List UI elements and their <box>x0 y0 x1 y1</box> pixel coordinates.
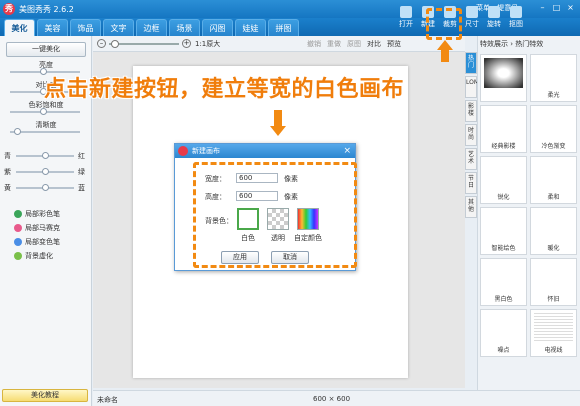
rotate-button[interactable]: 旋转 <box>484 6 504 34</box>
effect-category-tabs: 热门 LOMO 影楼 时尚 艺术 节日 其他 <box>465 52 484 292</box>
tab-fashion[interactable]: 时尚 <box>465 124 477 146</box>
effect-soft-light[interactable]: 柔光 <box>530 54 577 102</box>
resize-button[interactable]: 尺寸 <box>462 6 482 34</box>
effect-soft[interactable]: 柔和 <box>530 156 577 204</box>
edit-buttons: 撤销 重做 原图 对比 预览 <box>307 39 401 49</box>
tab-text[interactable]: 文字 <box>103 19 134 36</box>
effect-black-white[interactable]: 黑白色 <box>480 258 527 306</box>
redo-button[interactable]: 重做 <box>327 39 341 49</box>
tab-art[interactable]: 艺术 <box>465 148 477 170</box>
tab-accessories[interactable]: 饰品 <box>70 19 101 36</box>
tab-lomo[interactable]: LOMO <box>465 76 484 98</box>
cutout-icon <box>510 6 522 18</box>
effects-panel: 特效展示 › 热门特效 柔光 经典影楼 冷色渐变 锐化 柔和 智能绘色 暖化 黑… <box>477 36 580 390</box>
arrow-up-icon <box>437 40 453 50</box>
effects-breadcrumb: 特效展示 › 热门特效 <box>480 40 544 48</box>
one-click-beautify-button[interactable]: 一键美化 <box>6 42 86 57</box>
beautify-tutorial-button[interactable]: 美化教程 <box>2 389 88 402</box>
dialog-title-bar: 新建画布 × <box>175 144 355 158</box>
yellow-blue-slider[interactable]: 黄 蓝 <box>0 182 92 194</box>
tab-scenes[interactable]: 场景 <box>169 19 200 36</box>
effects-grid: 柔光 经典影楼 冷色渐变 锐化 柔和 智能绘色 暖化 黑白色 怀旧 噪点 电视线 <box>480 54 579 357</box>
canvas-toolbar: – + 1:1原大 撤销 重做 原图 对比 预览 <box>93 36 465 52</box>
effect-tv-lines[interactable]: 电视线 <box>530 309 577 357</box>
effect-cool-gradient[interactable]: 冷色渐变 <box>530 105 577 153</box>
color-pen-icon <box>14 210 22 218</box>
mosaic-icon <box>14 224 22 232</box>
close-button[interactable]: × <box>565 3 576 13</box>
background-blur-tool[interactable]: 背景虚化 <box>14 250 53 262</box>
purple-green-slider[interactable]: 紫 绿 <box>0 166 92 178</box>
tab-holiday[interactable]: 节日 <box>465 172 477 194</box>
maximize-button[interactable]: □ <box>551 3 562 13</box>
mosaic-tool[interactable]: 局部马赛克 <box>14 222 60 234</box>
effect-smart-paint[interactable]: 智能绘色 <box>480 207 527 255</box>
main-tabs: 美化 美容 饰品 文字 边框 场景 闪图 娃娃 拼图 <box>4 19 299 36</box>
new-button-highlight <box>426 8 462 40</box>
tab-beauty[interactable]: 美容 <box>37 19 68 36</box>
resize-icon <box>466 6 478 18</box>
effect-nostalgia[interactable]: 怀旧 <box>530 258 577 306</box>
effect-warm[interactable]: 暖化 <box>530 207 577 255</box>
document-name: 未命名 <box>97 396 118 404</box>
zoom-actual-size[interactable]: 1:1原大 <box>195 39 220 49</box>
cutout-button[interactable]: 抠图 <box>506 6 526 34</box>
folder-icon <box>400 6 412 18</box>
undo-button[interactable]: 撤销 <box>307 39 321 49</box>
status-bar: 未命名 600 × 600 <box>93 390 580 406</box>
arrow-down-icon <box>270 126 286 136</box>
instruction-headline: 点击新建按钮，建立等宽的白色画布 <box>44 77 405 102</box>
window-controls: – □ × <box>537 3 576 13</box>
recolor-pen-tool[interactable]: 局部变色笔 <box>14 236 60 248</box>
arrow-down-stem <box>274 110 282 126</box>
dialog-highlight-frame <box>193 162 357 268</box>
color-pen-tool[interactable]: 局部彩色笔 <box>14 208 60 220</box>
background-blur-icon <box>14 252 22 260</box>
zoom-slider-knob[interactable] <box>111 40 119 48</box>
rotate-icon <box>488 6 500 18</box>
effect-noise[interactable]: 噪点 <box>480 309 527 357</box>
app-logo-icon <box>178 146 188 156</box>
tab-frames[interactable]: 边框 <box>136 19 167 36</box>
zoom-in-button[interactable]: + <box>182 39 191 48</box>
sharpness-slider[interactable]: 清晰度 <box>0 120 92 138</box>
app-title: 美图秀秀 2.6.2 <box>19 5 74 14</box>
app-logo-icon: 秀 <box>3 3 15 15</box>
original-button[interactable]: 原图 <box>347 39 361 49</box>
preview-button[interactable]: 预览 <box>387 39 401 49</box>
tab-beautify[interactable]: 美化 <box>4 19 35 36</box>
cyan-red-slider[interactable]: 青 红 <box>0 150 92 162</box>
tab-studio[interactable]: 影楼 <box>465 100 477 122</box>
effect-classic-studio[interactable]: 经典影楼 <box>480 105 527 153</box>
new-canvas-dialog: 新建画布 × 宽度： 600 像素 高度： 600 像素 背景色： 白色 透明 … <box>174 143 357 271</box>
effect-sharpen[interactable]: 锐化 <box>480 156 527 204</box>
zoom-out-button[interactable]: – <box>97 39 106 48</box>
tab-hot[interactable]: 热门 <box>465 52 477 74</box>
tab-other[interactable]: 其他 <box>465 196 477 218</box>
recolor-pen-icon <box>14 238 22 246</box>
tab-dolls[interactable]: 娃娃 <box>235 19 266 36</box>
arrow-up-stem <box>441 50 449 62</box>
compare-button[interactable]: 对比 <box>367 39 381 49</box>
minimize-button[interactable]: – <box>537 3 548 13</box>
dialog-title: 新建画布 <box>192 147 220 155</box>
canvas-size: 600 × 600 <box>313 395 351 403</box>
effect-tile[interactable] <box>480 54 527 102</box>
close-icon[interactable]: × <box>343 144 351 158</box>
tab-collage[interactable]: 拼图 <box>268 19 299 36</box>
tab-flash[interactable]: 闪图 <box>202 19 233 36</box>
zoom-slider[interactable] <box>109 43 179 45</box>
open-button[interactable]: 打开 <box>396 6 416 34</box>
